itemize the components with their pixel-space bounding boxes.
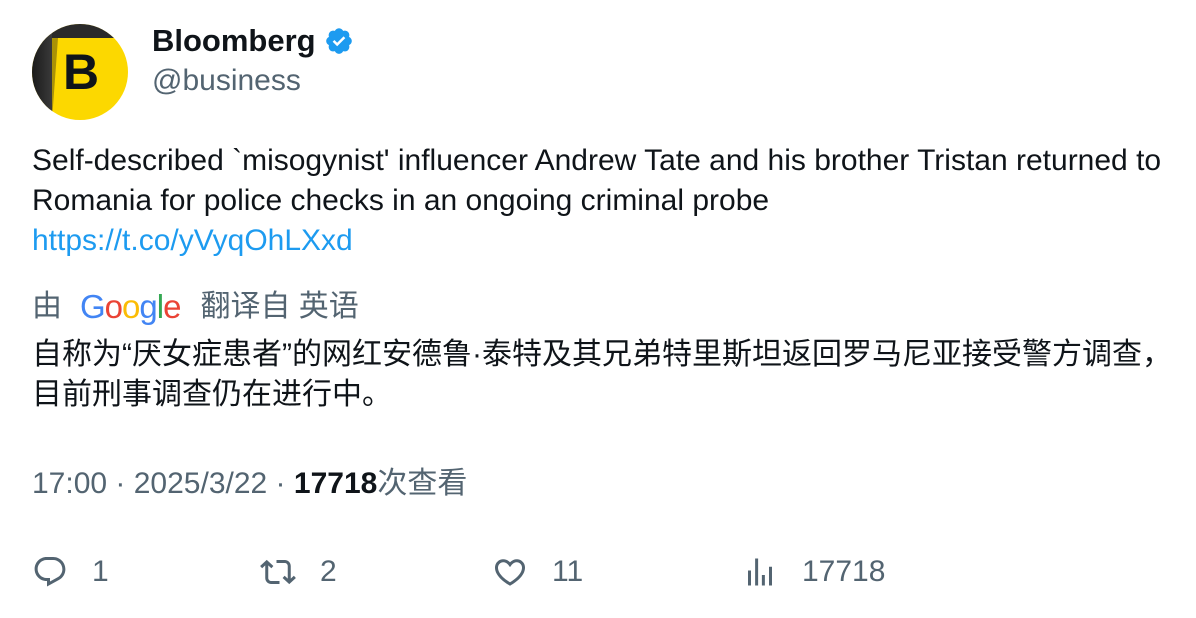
views-label: 次查看 <box>377 467 468 500</box>
author-handle[interactable]: @business <box>152 62 301 100</box>
author-name-text[interactable]: Bloomberg <box>152 22 316 60</box>
tweet-link[interactable]: https://t.co/yVyqOhLXxd <box>32 221 1172 261</box>
retweet-count: 2 <box>320 555 337 588</box>
tweet-time[interactable]: 17:00 <box>32 467 107 500</box>
avatar[interactable]: B <box>32 24 128 120</box>
like-button[interactable]: 11 <box>492 552 583 592</box>
like-count: 11 <box>552 555 584 588</box>
meta-separator: · <box>267 467 294 500</box>
meta-separator: · <box>107 467 134 500</box>
translation-suffix[interactable]: 翻译自 英语 <box>200 287 358 327</box>
translated-text: 自称为“厌女症患者”的网红安德鲁·泰特及其兄弟特里斯坦返回罗马尼亚接受警方调查，… <box>32 338 1172 411</box>
reply-icon <box>34 557 66 587</box>
views-count: 17718 <box>293 467 378 500</box>
verified-badge-icon[interactable] <box>324 26 354 56</box>
tweet-body: Self-described `misogynist' influencer A… <box>32 144 1162 217</box>
translation-attribution: 由 Google 翻译自 英语 <box>32 287 359 327</box>
avatar-letter: B <box>63 44 100 100</box>
google-logo: Google <box>80 288 181 325</box>
analytics-icon <box>748 558 772 586</box>
views-action-count: 17718 <box>802 555 886 588</box>
author-name[interactable]: Bloomberg <box>152 22 354 60</box>
reply-count: 1 <box>92 555 109 588</box>
retweet-icon <box>260 559 296 585</box>
heart-icon <box>494 559 526 586</box>
action-bar: 1 2 11 17718 <box>32 552 1172 592</box>
tweet-date[interactable]: 2025/3/22 <box>134 467 267 500</box>
translation-prefix: 由 <box>32 290 62 323</box>
tweet-meta: 17:00 · 2025/3/22 · 17718次查看 <box>32 464 467 504</box>
reply-button[interactable]: 1 <box>32 552 109 592</box>
tweet-text: Self-described `misogynist' influencer A… <box>32 141 1172 261</box>
views-button[interactable]: 17718 <box>742 552 885 592</box>
retweet-button[interactable]: 2 <box>260 552 337 592</box>
